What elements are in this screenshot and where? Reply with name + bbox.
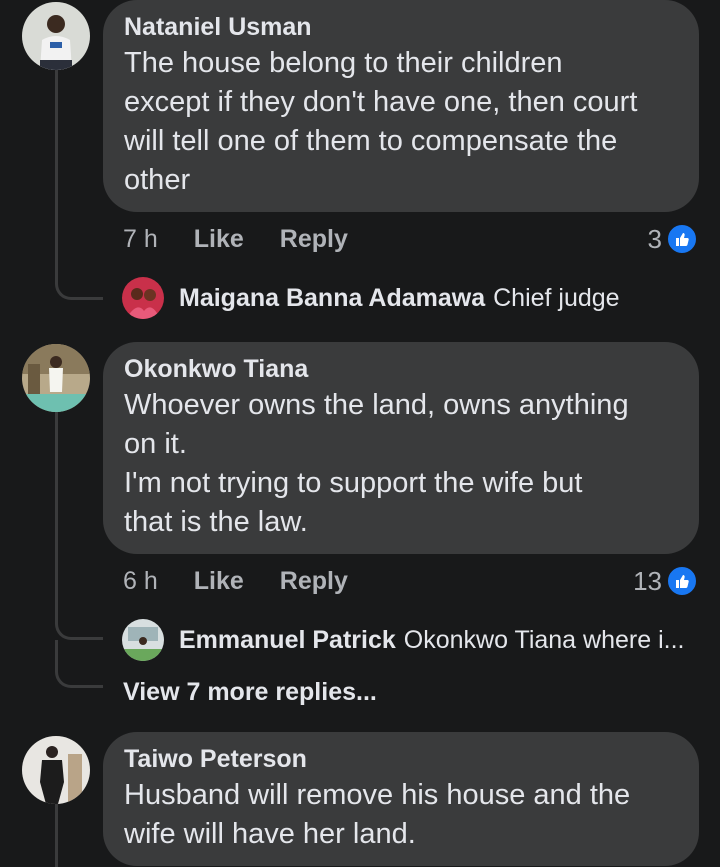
avatar-emmanuel-patrick	[122, 619, 164, 661]
avatar-okonkwo-tiana[interactable]	[22, 344, 90, 412]
avatar-maigana-banna-adamawa	[122, 277, 164, 319]
thread-line	[55, 640, 58, 668]
thread-line	[55, 804, 58, 867]
avatar-image	[22, 344, 90, 412]
view-more-replies-link[interactable]: View 7 more replies...	[123, 678, 377, 707]
reply-preview[interactable]: Maigana Banna Adamawa Chief judge	[122, 276, 620, 320]
comment-bubble: Taiwo Peterson Husband will remove his h…	[103, 732, 699, 866]
reply-author[interactable]: Maigana Banna Adamawa	[179, 284, 485, 313]
thumbs-up-icon	[666, 223, 698, 255]
comment-bubble: Okonkwo Tiana Whoever owns the land, own…	[103, 342, 699, 554]
comment-actions: 6 h Like Reply	[123, 564, 348, 598]
thread-line	[55, 412, 58, 620]
avatar-image	[22, 736, 90, 804]
thread-connector	[55, 278, 103, 300]
thumbs-up-icon	[666, 565, 698, 597]
reaction-summary[interactable]: 13	[633, 564, 698, 598]
reaction-count: 3	[647, 223, 662, 254]
reply-button[interactable]: Reply	[280, 567, 348, 596]
reaction-count: 13	[633, 565, 662, 596]
avatar-nataniel-usman[interactable]	[22, 2, 90, 70]
comment-author[interactable]: Okonkwo Tiana	[124, 354, 679, 384]
comment-time[interactable]: 7 h	[123, 225, 158, 254]
comment-text: Husband will remove his house and the wi…	[124, 779, 631, 850]
comment-author[interactable]: Nataniel Usman	[124, 12, 679, 42]
thread-line	[55, 70, 58, 278]
reply-author[interactable]: Emmanuel Patrick	[179, 626, 396, 655]
reply-preview[interactable]: Emmanuel Patrick Okonkwo Tiana where i..…	[122, 618, 684, 662]
like-button[interactable]: Like	[194, 225, 244, 254]
reply-text: Okonkwo Tiana where i...	[403, 625, 685, 654]
avatar-taiwo-peterson[interactable]	[22, 736, 90, 804]
reaction-summary[interactable]: 3	[648, 222, 698, 256]
comments-page: Nataniel Usman The house belong to their…	[0, 0, 720, 867]
thread-connector	[55, 666, 103, 688]
like-button[interactable]: Like	[194, 567, 244, 596]
avatar-image	[22, 2, 90, 70]
thread-connector	[55, 618, 103, 640]
comment-text: Whoever owns the land, owns anything on …	[124, 389, 629, 538]
comment-actions: 7 h Like Reply	[123, 222, 348, 256]
comment-time[interactable]: 6 h	[123, 567, 158, 596]
reply-button[interactable]: Reply	[280, 225, 348, 254]
comment-author[interactable]: Taiwo Peterson	[124, 744, 679, 774]
comment-text: The house belong to their children excep…	[124, 47, 638, 196]
reply-text: Chief judge	[493, 283, 620, 312]
comment-bubble: Nataniel Usman The house belong to their…	[103, 0, 699, 212]
